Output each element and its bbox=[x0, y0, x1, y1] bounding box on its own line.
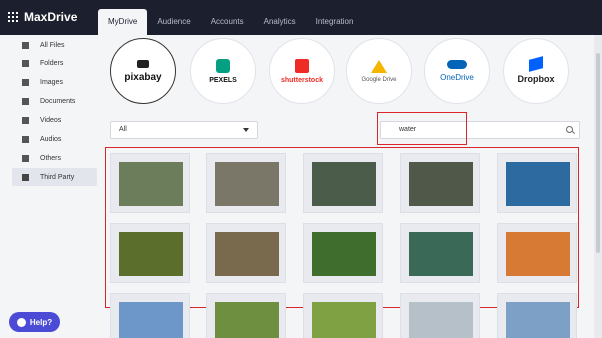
image-thumb-4[interactable] bbox=[400, 153, 480, 213]
provider-list: pixabay PEXELS shutterstock Google Drive… bbox=[110, 38, 580, 106]
grid-icon bbox=[22, 41, 29, 49]
video-icon bbox=[22, 116, 29, 124]
search-highlight-box bbox=[377, 112, 467, 145]
apps-grid-icon[interactable] bbox=[8, 12, 18, 22]
image-preview bbox=[215, 302, 279, 338]
help-button[interactable]: Help? bbox=[9, 312, 60, 332]
type-select-value: All bbox=[119, 126, 127, 133]
image-thumb-15[interactable] bbox=[497, 293, 577, 338]
image-thumb-13[interactable] bbox=[303, 293, 383, 338]
search-icon[interactable] bbox=[566, 126, 573, 133]
image-thumb-14[interactable] bbox=[400, 293, 480, 338]
provider-onedrive[interactable]: OneDrive bbox=[424, 38, 490, 104]
image-thumb-3[interactable] bbox=[303, 153, 383, 213]
sidebar-item-others[interactable]: Others bbox=[12, 149, 97, 167]
provider-google-drive[interactable]: Google Drive bbox=[346, 38, 412, 104]
sidebar-item-label: Videos bbox=[40, 116, 62, 124]
chat-bubble-icon bbox=[16, 317, 26, 327]
sidebar-item-folders[interactable]: Folders bbox=[12, 54, 97, 72]
sidebar-item-label: All Files bbox=[40, 41, 65, 49]
file-icon bbox=[22, 154, 29, 162]
document-icon bbox=[22, 97, 29, 105]
tab-mydrive[interactable]: MyDrive bbox=[98, 9, 148, 35]
image-preview bbox=[506, 162, 570, 206]
provider-dropbox[interactable]: Dropbox bbox=[503, 38, 569, 104]
image-thumb-5[interactable] bbox=[497, 153, 577, 213]
dropbox-icon bbox=[529, 56, 543, 72]
provider-pexels[interactable]: PEXELS bbox=[190, 38, 256, 104]
tab-analytics[interactable]: Analytics bbox=[254, 9, 306, 35]
sidebar-item-label: Third Party bbox=[40, 173, 75, 181]
image-thumb-12[interactable] bbox=[206, 293, 286, 338]
folder-icon bbox=[22, 59, 29, 67]
image-preview bbox=[506, 302, 570, 338]
sidebar-item-images[interactable]: Images bbox=[12, 73, 97, 91]
tab-accounts[interactable]: Accounts bbox=[201, 9, 254, 35]
image-preview bbox=[409, 232, 473, 276]
tab-audience[interactable]: Audience bbox=[147, 9, 200, 35]
sidebar-item-audios[interactable]: Audios bbox=[12, 130, 97, 148]
sidebar-item-label: Documents bbox=[40, 97, 76, 105]
provider-label: Google Drive bbox=[361, 76, 397, 83]
image-thumb-10[interactable] bbox=[497, 223, 577, 283]
image-preview bbox=[312, 162, 376, 206]
sidebar-item-label: Folders bbox=[40, 59, 64, 67]
image-preview bbox=[409, 302, 473, 338]
provider-pixabay[interactable]: pixabay bbox=[110, 38, 176, 104]
pexels-icon bbox=[216, 58, 230, 73]
app-name: MaxDrive bbox=[24, 10, 78, 24]
image-thumb-9[interactable] bbox=[400, 223, 480, 283]
image-preview bbox=[215, 162, 279, 206]
help-label: Help? bbox=[29, 317, 53, 327]
scrollbar-thumb[interactable] bbox=[596, 53, 600, 253]
music-icon bbox=[22, 135, 29, 143]
image-thumb-1[interactable] bbox=[110, 153, 190, 213]
image-preview bbox=[119, 302, 183, 338]
shutterstock-icon bbox=[295, 58, 309, 73]
provider-label: shutterstock bbox=[280, 76, 323, 84]
image-preview bbox=[312, 232, 376, 276]
tab-integration[interactable]: Integration bbox=[306, 9, 364, 35]
sidebar-item-videos[interactable]: Videos bbox=[12, 111, 97, 129]
image-preview bbox=[409, 162, 473, 206]
camera-icon bbox=[137, 59, 149, 68]
cloud-icon bbox=[447, 60, 467, 69]
image-icon bbox=[22, 78, 29, 86]
sidebar-item-label: Audios bbox=[40, 135, 62, 143]
brand[interactable]: MaxDrive bbox=[8, 10, 77, 24]
sidebar-item-all-files[interactable]: All Files bbox=[12, 36, 97, 54]
image-preview bbox=[312, 302, 376, 338]
sidebar-item-third-party[interactable]: Third Party bbox=[12, 168, 97, 186]
vertical-scrollbar[interactable] bbox=[594, 35, 602, 338]
third-party-icon bbox=[22, 173, 29, 181]
provider-label: OneDrive bbox=[440, 73, 474, 82]
sidebar-item-label: Others bbox=[40, 154, 62, 162]
sidebar: All Files Folders Images Documents Video… bbox=[0, 35, 100, 338]
image-preview bbox=[119, 162, 183, 206]
image-thumb-8[interactable] bbox=[303, 223, 383, 283]
image-preview bbox=[506, 232, 570, 276]
google-drive-icon bbox=[371, 59, 387, 73]
provider-shutterstock[interactable]: shutterstock bbox=[269, 38, 335, 104]
type-select[interactable]: All bbox=[110, 121, 258, 139]
main-tabs: MyDrive Audience Accounts Analytics Inte… bbox=[98, 9, 363, 35]
provider-label: PEXELS bbox=[209, 76, 237, 84]
provider-label: Dropbox bbox=[517, 74, 555, 84]
image-thumb-11[interactable] bbox=[110, 293, 190, 338]
chevron-down-icon bbox=[243, 128, 249, 132]
image-preview bbox=[215, 232, 279, 276]
sidebar-item-documents[interactable]: Documents bbox=[12, 92, 97, 110]
main-content: pixabay PEXELS shutterstock Google Drive… bbox=[100, 35, 594, 338]
image-thumb-2[interactable] bbox=[206, 153, 286, 213]
top-bar: MaxDrive MyDrive Audience Accounts Analy… bbox=[0, 0, 602, 35]
image-thumb-6[interactable] bbox=[110, 223, 190, 283]
sidebar-item-label: Images bbox=[40, 78, 63, 86]
image-thumb-7[interactable] bbox=[206, 223, 286, 283]
provider-label: pixabay bbox=[124, 71, 162, 83]
image-preview bbox=[119, 232, 183, 276]
